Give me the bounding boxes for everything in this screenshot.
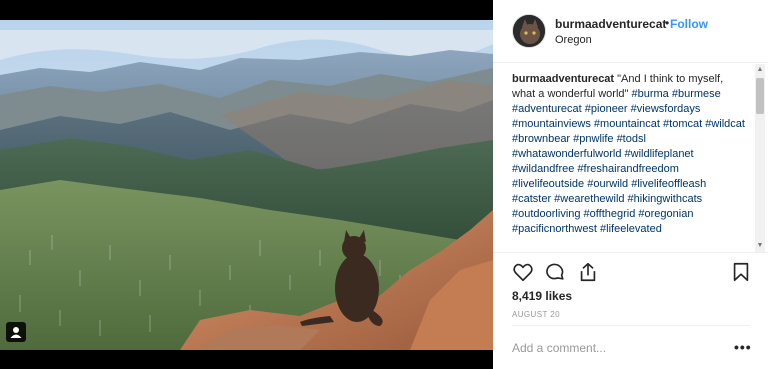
- post-date[interactable]: AUGUST 20: [512, 310, 560, 319]
- share-icon[interactable]: [577, 261, 599, 283]
- post-caption: burmaadventurecat "And I think to myself…: [512, 72, 747, 252]
- more-options-icon[interactable]: •••: [734, 339, 752, 355]
- caption-scrollbar[interactable]: ▲ ▼: [755, 64, 765, 252]
- post-actions: [493, 252, 768, 288]
- user-tag-icon[interactable]: [6, 322, 26, 342]
- post-media-panel: [0, 0, 493, 369]
- post-location[interactable]: Oregon: [555, 34, 592, 46]
- caption-hashtags[interactable]: #burma #burmese #adventurecat #pioneer #…: [512, 88, 745, 235]
- comment-bubble-icon[interactable]: [544, 261, 566, 283]
- comment-input[interactable]: [512, 341, 712, 355]
- post-photo[interactable]: [0, 20, 493, 350]
- heart-icon[interactable]: [512, 261, 534, 283]
- scroll-up-arrow-icon[interactable]: ▲: [755, 66, 765, 74]
- caption-username[interactable]: burmaadventurecat: [512, 73, 614, 85]
- mountain-landscape-image: [0, 20, 493, 350]
- scroll-thumb[interactable]: [756, 78, 764, 114]
- post-header: burmaadventurecat • Follow Oregon: [493, 0, 768, 63]
- post-username[interactable]: burmaadventurecat: [555, 17, 666, 31]
- like-count[interactable]: 8,419 likes: [512, 289, 572, 303]
- separator-dot: •: [665, 16, 670, 30]
- bookmark-icon[interactable]: [730, 261, 752, 283]
- scroll-down-arrow-icon[interactable]: ▼: [755, 242, 765, 250]
- follow-button[interactable]: Follow: [670, 17, 708, 31]
- post-side-panel: burmaadventurecat • Follow Oregon burmaa…: [493, 0, 768, 369]
- comment-bar: •••: [512, 325, 752, 369]
- avatar[interactable]: [512, 14, 546, 48]
